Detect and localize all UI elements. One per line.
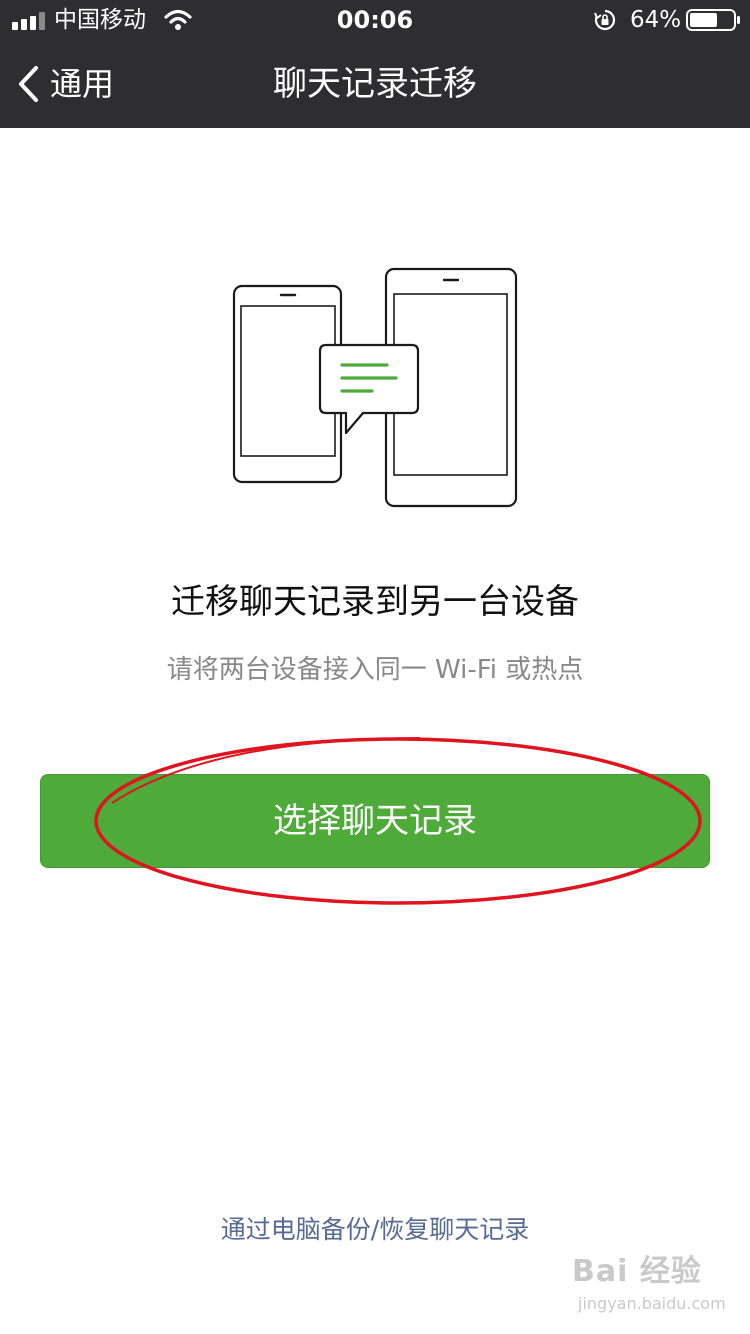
nav-bar: 通用 聊天记录迁移 [0, 40, 750, 128]
page-title: 聊天记录迁移 [273, 64, 477, 104]
chat-transfer-illustration [232, 267, 518, 508]
subtitle: 请将两台设备接入同一 Wi-Fi 或热点 [166, 655, 584, 685]
baidu-watermark: Bai 经验 jingyan.baidu.com [572, 1252, 742, 1326]
watermark-logo: Bai 经验 [572, 1254, 702, 1289]
pc-backup-link[interactable]: 通过电脑备份/恢复聊天记录 [0, 1210, 750, 1250]
select-chat-history-button[interactable]: 选择聊天记录 [40, 774, 710, 868]
battery-percent: 64% [630, 7, 682, 33]
status-bar: 中国移动 00:06 64% [0, 0, 750, 40]
header: 中国移动 00:06 64% 通用 聊天记录迁移 [0, 0, 750, 128]
orientation-lock-icon [594, 9, 616, 31]
main-heading: 迁移聊天记录到另一台设备 [171, 582, 579, 622]
watermark-url: jingyan.baidu.com [578, 1294, 726, 1313]
battery-icon [686, 9, 740, 31]
